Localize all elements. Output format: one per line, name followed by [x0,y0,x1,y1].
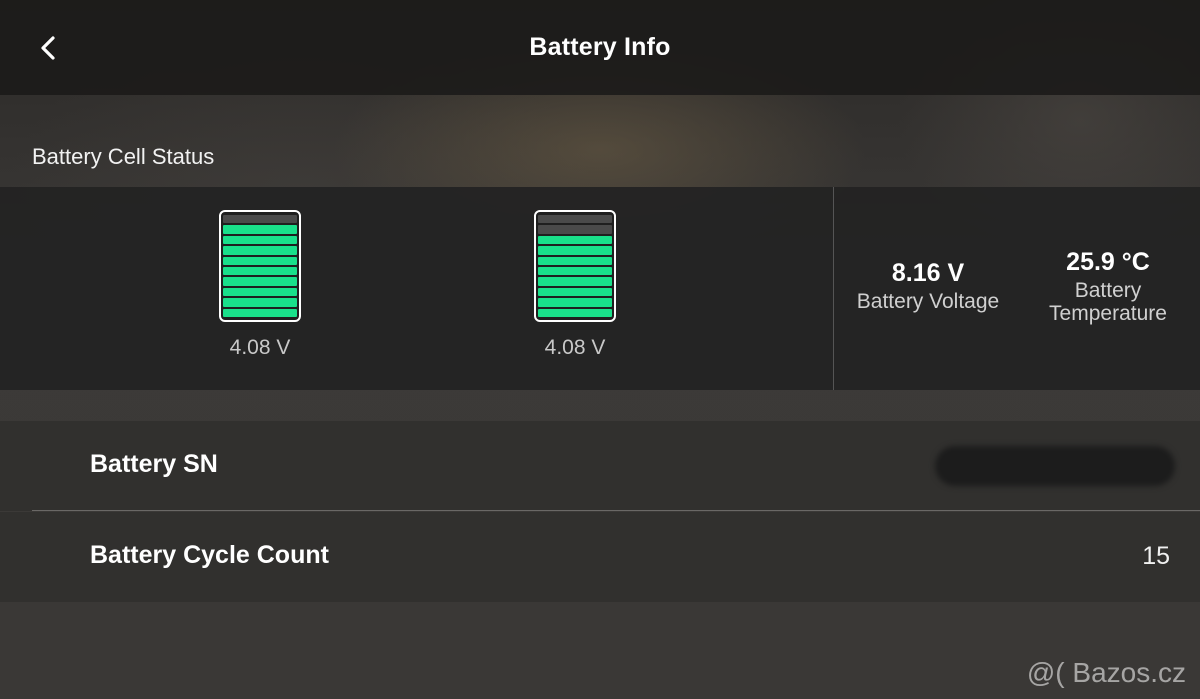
cell-voltage: 4.08 V [544,336,606,359]
top-bar: Battery Info [0,0,1200,95]
level-bar-empty [538,215,612,224]
section-title-cell-status: Battery Cell Status [32,144,215,169]
level-bar-filled [538,256,612,266]
level-bar-filled [223,298,297,307]
watermark: @( Bazos.cz [1026,657,1186,688]
level-bar-filled [223,267,297,276]
battery-cycle-count-value: 15 [1142,542,1170,570]
cell-voltage: 4.08 V [229,336,291,359]
battery-sn-row: Battery SN [0,421,1200,511]
battery-temperature-value: 25.9 °C [1066,248,1150,276]
battery-cell-icon [219,210,301,322]
level-bar-filled [538,277,612,286]
panel-divider [833,187,834,390]
level-bar-filled [223,246,297,255]
level-bar-filled [223,235,297,245]
redacted-serial [935,446,1175,486]
level-bar-filled [538,235,612,245]
level-bar-filled [223,256,297,266]
battery-cell-2: 4.08 V [515,210,635,360]
page-title: Battery Info [529,33,671,61]
cell-status-panel: 4.08 V 4.08 V 8.16 V Battery Voltage 25.… [0,187,1200,390]
level-bar-filled [223,277,297,286]
battery-voltage-value: 8.16 V [891,259,965,287]
level-bar-filled [538,287,612,297]
level-bar-filled [538,267,612,276]
level-bar-filled [538,308,612,318]
level-bar-empty [538,225,612,234]
battery-temperature-label: Battery Temperature [1049,279,1167,325]
level-bar-empty [223,215,297,224]
battery-cycle-count-row: Battery Cycle Count 15 [0,512,1200,602]
level-bar-filled [223,287,297,297]
row-divider [32,510,1200,511]
level-bar-filled [223,225,297,234]
battery-voltage-label: Battery Voltage [856,290,1000,313]
battery-sn-label: Battery SN [90,450,218,478]
level-bar-filled [538,246,612,255]
battery-cycle-count-label: Battery Cycle Count [90,541,329,569]
battery-cell-1: 4.08 V [200,210,320,360]
battery-voltage-stat: 8.16 V Battery Voltage [842,259,1014,313]
level-bar-filled [223,308,297,318]
battery-temperature-stat: 25.9 °C Battery Temperature [1036,248,1180,325]
level-bar-filled [538,298,612,307]
battery-cell-icon [534,210,616,322]
